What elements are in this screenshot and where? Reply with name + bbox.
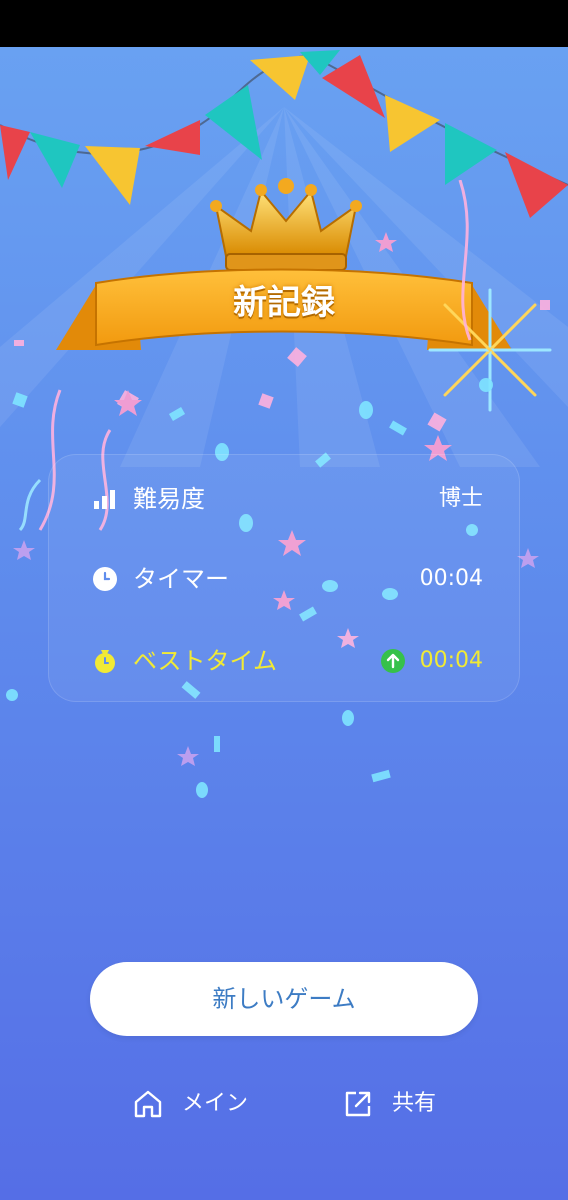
home-button[interactable]: メイン [132,1082,272,1126]
clock-icon [93,567,117,591]
arrow-up-circle-icon [381,649,405,673]
best-time-value: 00:04 [419,648,483,673]
share-label: 共有 [392,1091,437,1116]
stopwatch-icon [95,650,115,673]
difficulty-row: 難易度 博士 [49,479,519,519]
share-icon [345,1091,371,1117]
timer-value: 00:04 [419,566,483,591]
share-button[interactable]: 共有 [342,1082,452,1126]
home-icon [134,1090,162,1118]
new-game-button[interactable]: 新しいゲーム [90,962,478,1036]
best-time-label: ベストタイム [133,647,277,675]
home-label: メイン [182,1091,249,1116]
stats-card: 難易度 博士 タイマー 00:04 ベストタイム 00:04 [48,454,520,702]
firework-burst [428,288,552,412]
new-record-title: 新記録 [233,283,335,323]
best-time-row: ベストタイム 00:04 [49,641,519,681]
difficulty-label: 難易度 [133,485,205,513]
difficulty-value: 博士 [438,486,483,511]
timer-row: タイマー 00:04 [49,559,519,599]
signal-bars-icon [94,490,115,509]
timer-label: タイマー [133,565,229,593]
